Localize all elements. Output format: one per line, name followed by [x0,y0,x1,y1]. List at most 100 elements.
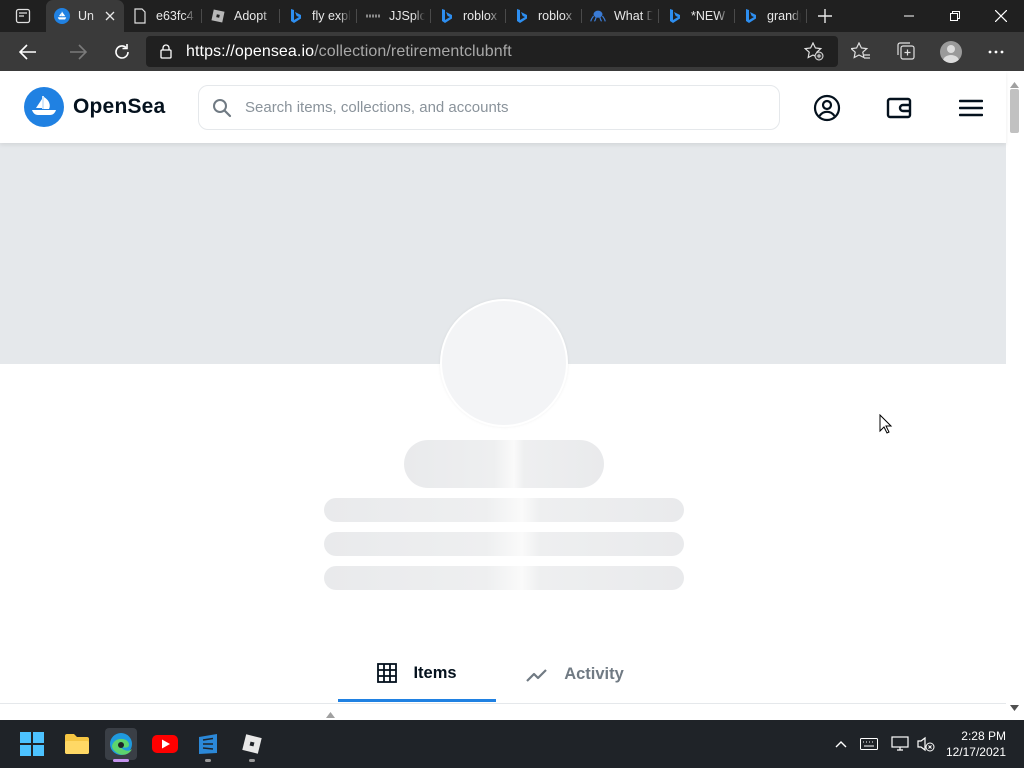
system-clock[interactable]: 2:28 PM 12/17/2021 [946,728,1006,760]
running-indicator [249,759,255,762]
tab-actions-button[interactable] [0,0,46,32]
tab-items-label: Items [413,663,457,682]
bing-favicon-icon [439,8,455,24]
tab-new-e[interactable]: *NEW E [659,0,735,32]
vertical-scrollbar[interactable] [1006,71,1024,720]
settings-more-button[interactable] [973,32,1018,71]
profile-button[interactable] [928,32,973,71]
tab-activity[interactable]: Activity [496,647,654,702]
refresh-button[interactable] [100,32,144,71]
opensea-logo-icon [24,87,64,127]
tab-what-d[interactable]: What D [582,0,659,32]
tab-adopt[interactable]: Adopt [202,0,280,32]
close-icon [995,10,1007,22]
windows-start-icon [20,732,44,756]
avatar [939,40,962,63]
bing-favicon-icon [743,8,759,24]
close-tab-icon[interactable] [102,8,118,24]
site-header: OpenSea [0,71,1006,143]
file-explorer-button[interactable] [61,728,93,760]
wallet-icon [886,97,912,119]
mouse-cursor-icon [879,413,893,439]
more-horizontal-icon [988,50,1003,53]
collection-tabs: Items Activity [338,647,654,702]
edge-browser-button[interactable] [105,728,137,762]
back-button[interactable] [0,32,56,71]
network-monitor-icon [891,736,909,751]
microsoft-store-button[interactable] [192,728,224,762]
show-hidden-icons-button[interactable] [830,720,852,768]
description-skeleton-line [324,532,684,556]
plus-icon [818,9,832,23]
volume-muted-icon [917,736,935,752]
tab-activity-label: Activity [564,665,624,683]
scrollbar-thumb[interactable] [1010,89,1019,133]
octopus-favicon-icon [590,8,606,24]
clock-date: 12/17/2021 [945,745,1006,759]
youtube-button[interactable] [149,728,181,760]
roblox-button[interactable] [236,728,268,762]
clock-time: 2:28 PM [961,729,1006,743]
windows-taskbar: 2:28 PM 12/17/2021 [0,720,1024,768]
tab-label: *NEW E [691,9,729,23]
refresh-icon [115,43,129,59]
scrollbar-down-arrow-icon[interactable] [1010,698,1019,716]
tab-label: roblox [538,9,573,23]
tab-jjsploit[interactable]: JJSploit [357,0,431,32]
forward-button[interactable] [56,32,100,71]
opensea-favicon-icon [54,8,70,24]
tab-e63fc4[interactable]: e63fc4 [124,0,202,32]
minimize-button[interactable] [886,0,932,32]
browser-toolbar: https://opensea.io/collection/retirement… [0,32,1024,71]
close-window-button[interactable] [978,0,1024,32]
tab-label: What D [614,9,653,23]
tab-items[interactable]: Items [338,647,496,702]
opensea-logo-link[interactable]: OpenSea [24,87,165,127]
menu-button[interactable] [956,93,986,123]
brand-name: OpenSea [73,95,166,118]
start-button[interactable] [16,728,48,760]
tab-label: Adopt [234,9,267,23]
lock-icon[interactable] [146,44,186,59]
search-icon [199,98,245,118]
tab-label: e63fc4 [156,9,194,23]
collections-icon [896,42,915,60]
description-skeleton-line [324,498,684,522]
roblox-icon [242,734,262,754]
tab-label: roblox [463,9,498,23]
tab-roblox-1[interactable]: roblox [431,0,506,32]
network-tray-button[interactable] [889,720,911,768]
tab-roblox-2[interactable]: roblox [506,0,582,32]
grid-icon [377,663,398,683]
hamburger-menu-icon [959,99,983,117]
favorites-star-icon [850,42,870,59]
keyboard-tray-button[interactable] [858,720,880,768]
tab-label: JJSploit [389,9,425,23]
collections-button[interactable] [883,32,928,71]
restore-button[interactable] [932,0,978,32]
url-host: https://opensea.io [186,42,315,60]
scroll-up-arrow-icon[interactable] [326,705,335,720]
store-icon [199,734,217,754]
volume-tray-button[interactable] [915,720,937,768]
document-favicon-icon [132,8,148,24]
tab-opensea[interactable]: Un [46,0,124,32]
folder-icon [65,734,89,754]
minimize-icon [904,15,914,17]
activity-trend-icon [526,668,548,682]
wallet-button[interactable] [884,93,914,123]
arrow-right-icon [70,43,87,60]
account-button[interactable] [812,93,842,123]
browser-tab-strip: Un e63fc4 Adopt fly expl JJSploit roblox… [0,0,1024,32]
running-indicator [205,759,211,762]
favorites-button[interactable] [838,32,883,71]
search-bar[interactable] [198,85,780,130]
new-tab-button[interactable] [807,0,843,32]
tab-fly-expl[interactable]: fly expl [280,0,357,32]
arrow-left-icon [19,43,36,60]
bing-favicon-icon [514,8,530,24]
add-favorite-icon[interactable] [803,41,824,66]
tab-grandp[interactable]: grandp [735,0,807,32]
address-bar[interactable]: https://opensea.io/collection/retirement… [146,36,838,67]
search-input[interactable] [245,99,745,116]
